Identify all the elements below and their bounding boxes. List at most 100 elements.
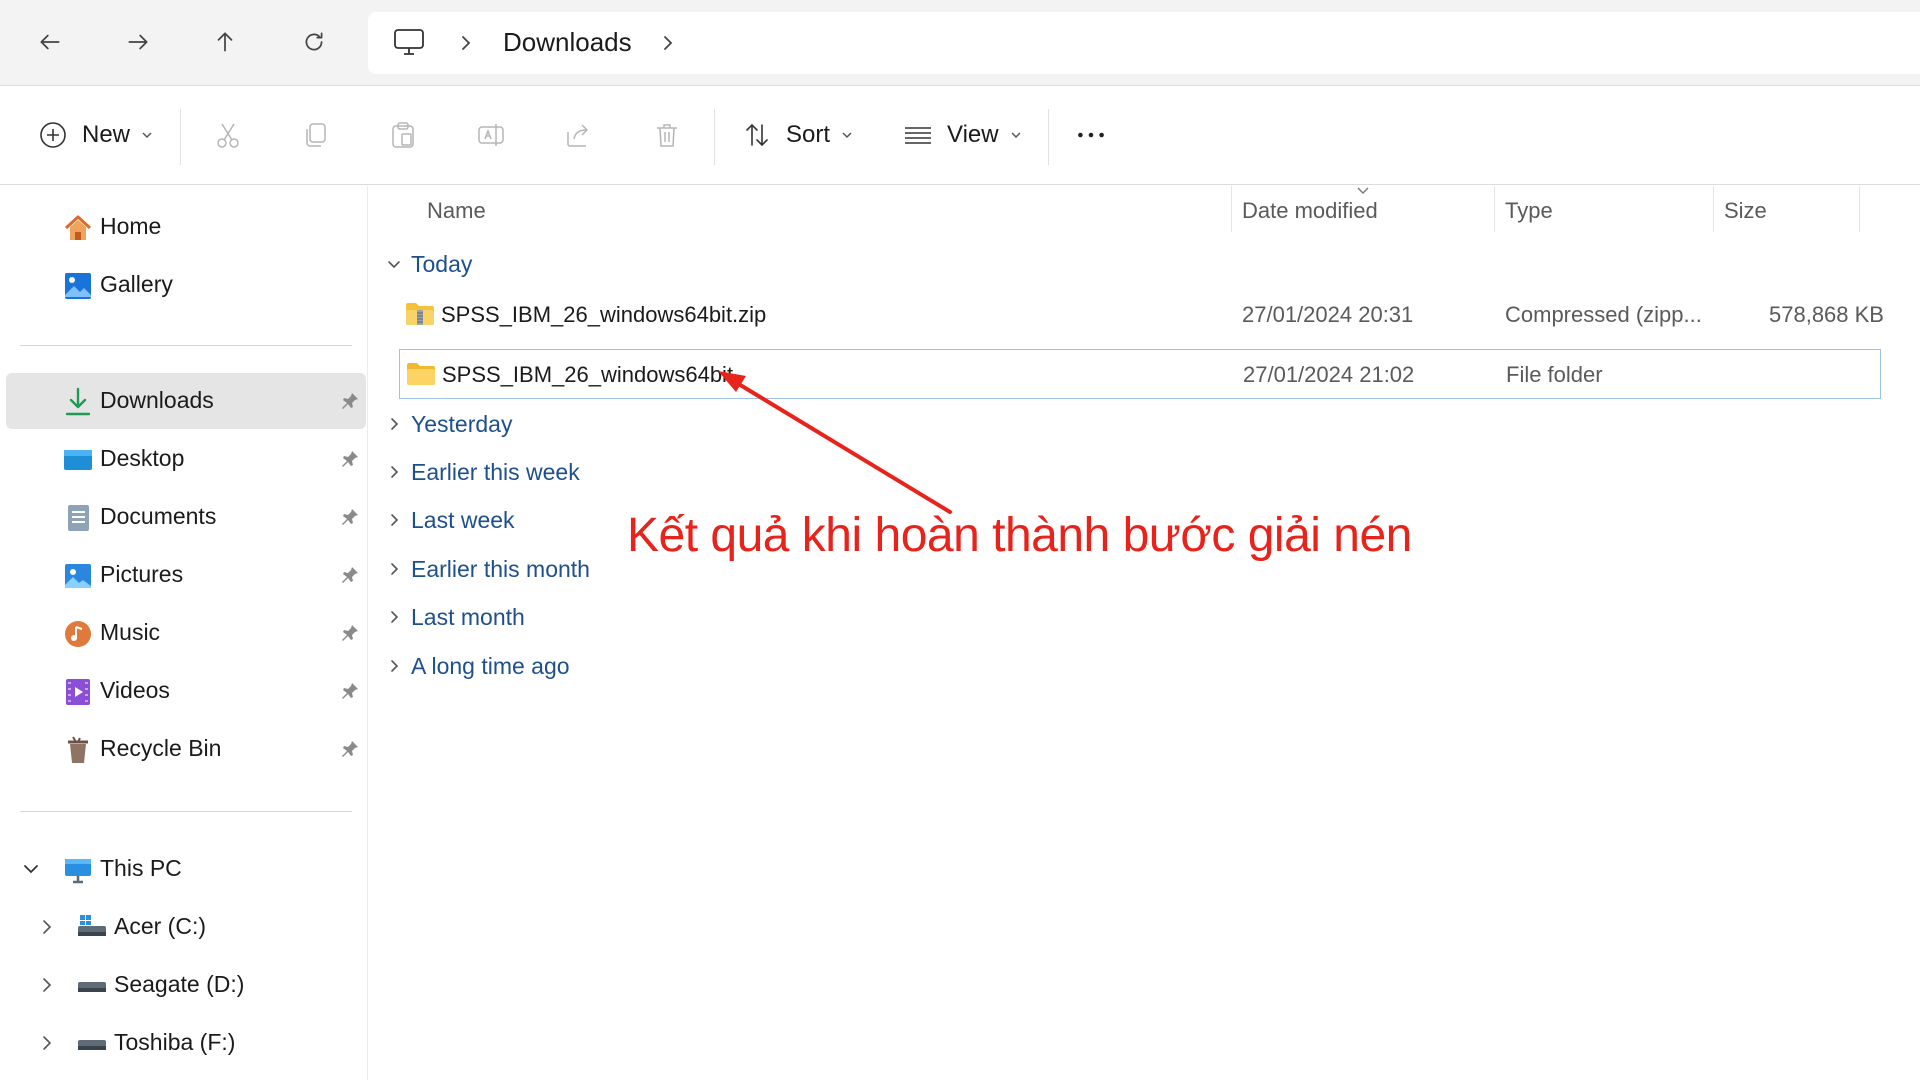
sort-indicator-icon xyxy=(1357,187,1369,194)
group-earlier-this-month[interactable]: Earlier this month xyxy=(369,550,669,588)
sidebar-item-downloads[interactable]: Downloads xyxy=(6,373,366,429)
chevron-down-icon[interactable] xyxy=(20,858,42,880)
sidebar-divider xyxy=(20,811,352,812)
sidebar-item-music[interactable]: Music xyxy=(6,605,366,661)
group-label: Yesterday xyxy=(411,411,513,437)
sidebar-item-label: Pictures xyxy=(100,561,184,587)
pin-icon[interactable] xyxy=(340,623,360,643)
sidebar-item-documents[interactable]: Documents xyxy=(6,489,366,545)
pin-icon[interactable] xyxy=(340,449,360,469)
column-header-name[interactable]: Name xyxy=(369,186,1231,232)
chevron-right-icon[interactable] xyxy=(36,916,58,938)
share-icon xyxy=(567,124,589,147)
group-today[interactable]: Today xyxy=(369,245,669,283)
sidebar-item-gallery[interactable]: Gallery xyxy=(6,257,366,313)
chevron-right-icon[interactable] xyxy=(36,974,58,996)
chevron-down-icon xyxy=(842,132,852,139)
column-header-type[interactable]: Type xyxy=(1495,186,1713,232)
sidebar-item-drive-f[interactable]: Toshiba (F:) xyxy=(6,1015,366,1071)
group-last-week[interactable]: Last week xyxy=(369,501,669,539)
sidebar-item-label: Toshiba (F:) xyxy=(114,1029,236,1055)
group-label: Earlier this month xyxy=(411,556,590,582)
sidebar-item-label: Music xyxy=(100,619,161,645)
refresh-icon xyxy=(305,32,323,51)
plus-circle-icon xyxy=(40,122,66,148)
scissors-icon xyxy=(217,123,239,148)
group-earlier-this-week[interactable]: Earlier this week xyxy=(369,453,669,491)
annotation-text: Kết quả khi hoàn thành bước giải nén xyxy=(627,509,1412,562)
chevron-right-icon[interactable] xyxy=(658,32,678,54)
file-name: SPSS_IBM_26_windows64bit xyxy=(442,362,734,387)
sidebar-item-label: Gallery xyxy=(100,271,173,297)
paste-button[interactable] xyxy=(388,111,418,159)
new-button[interactable]: New xyxy=(38,111,154,159)
zip-folder-icon xyxy=(406,303,434,325)
sidebar-item-label: Desktop xyxy=(100,445,185,471)
forward-button[interactable] xyxy=(118,22,158,62)
column-header-label: Name xyxy=(427,198,486,223)
refresh-button[interactable] xyxy=(294,22,334,62)
pin-icon[interactable] xyxy=(340,565,360,585)
group-label: Earlier this week xyxy=(411,459,580,485)
file-size: 578,868 KB xyxy=(1769,302,1884,327)
chevron-right-icon xyxy=(391,418,399,430)
column-header-size[interactable]: Size xyxy=(1714,186,1864,232)
sidebar-item-drive-d[interactable]: Seagate (D:) xyxy=(6,957,366,1013)
copy-button[interactable] xyxy=(300,111,330,159)
arrow-right-icon xyxy=(128,34,148,50)
sidebar-item-home[interactable]: Home xyxy=(6,199,366,255)
group-last-month[interactable]: Last month xyxy=(369,598,669,636)
pin-icon[interactable] xyxy=(340,391,360,411)
back-button[interactable] xyxy=(30,22,70,62)
share-button[interactable] xyxy=(564,111,594,159)
sidebar-item-label: Seagate (D:) xyxy=(114,971,245,997)
pin-icon[interactable] xyxy=(340,681,360,701)
column-divider[interactable] xyxy=(1859,186,1860,232)
file-list: Name Date modified Type Size Today SPSS_… xyxy=(369,186,1920,1080)
up-button[interactable] xyxy=(205,22,245,62)
navigation-pane: Home Gallery Downloads Desktop Documents… xyxy=(0,186,368,1080)
file-row-selected[interactable]: SPSS_IBM_26_windows64bit 27/01/2024 21:0… xyxy=(399,349,1881,399)
group-long-time-ago[interactable]: A long time ago xyxy=(369,647,669,685)
chevron-right-icon xyxy=(391,660,399,672)
breadcrumb[interactable]: Downloads xyxy=(368,12,1920,74)
sidebar-item-label: Videos xyxy=(100,677,170,703)
group-yesterday[interactable]: Yesterday xyxy=(369,405,669,443)
sidebar-item-this-pc[interactable]: This PC xyxy=(6,841,366,897)
breadcrumb-downloads[interactable]: Downloads xyxy=(503,27,632,58)
chevron-right-icon[interactable] xyxy=(36,1032,58,1054)
group-label: Last week xyxy=(411,507,515,533)
videos-icon xyxy=(66,679,90,705)
separator xyxy=(1048,109,1049,165)
gallery-icon xyxy=(65,273,91,299)
chevron-down-icon xyxy=(1011,132,1021,139)
more-options-button[interactable] xyxy=(1076,111,1106,159)
sort-icon xyxy=(746,123,768,147)
view-button[interactable]: View xyxy=(903,111,1023,159)
home-icon xyxy=(64,215,92,240)
column-header-date-modified[interactable]: Date modified xyxy=(1232,186,1494,232)
pin-icon[interactable] xyxy=(340,739,360,759)
file-row[interactable]: SPSS_IBM_26_windows64bit.zip 27/01/2024 … xyxy=(399,290,1884,340)
sidebar-item-videos[interactable]: Videos xyxy=(6,663,366,719)
column-header-label: Size xyxy=(1724,198,1767,223)
rename-button[interactable] xyxy=(476,111,506,159)
file-date: 27/01/2024 21:02 xyxy=(1243,362,1415,387)
sidebar-item-pictures[interactable]: Pictures xyxy=(6,547,366,603)
sidebar-item-drive-c[interactable]: Acer (C:) xyxy=(6,899,366,955)
monitor-icon[interactable] xyxy=(392,27,426,57)
chevron-right-icon[interactable] xyxy=(456,32,476,54)
drive-d-icon xyxy=(78,982,106,992)
sidebar-item-recycle-bin[interactable]: Recycle Bin xyxy=(6,721,366,777)
delete-button[interactable] xyxy=(652,111,682,159)
cut-button[interactable] xyxy=(213,111,243,159)
file-name: SPSS_IBM_26_windows64bit.zip xyxy=(441,302,767,327)
pin-icon[interactable] xyxy=(340,507,360,527)
sort-button[interactable]: Sort xyxy=(742,111,854,159)
chevron-down-icon xyxy=(142,132,152,139)
sidebar-item-desktop[interactable]: Desktop xyxy=(6,431,366,487)
arrow-up-icon xyxy=(217,32,233,52)
group-label: Last month xyxy=(411,604,525,630)
file-date: 27/01/2024 20:31 xyxy=(1242,302,1414,327)
command-bar: New Sort View xyxy=(0,87,1920,185)
